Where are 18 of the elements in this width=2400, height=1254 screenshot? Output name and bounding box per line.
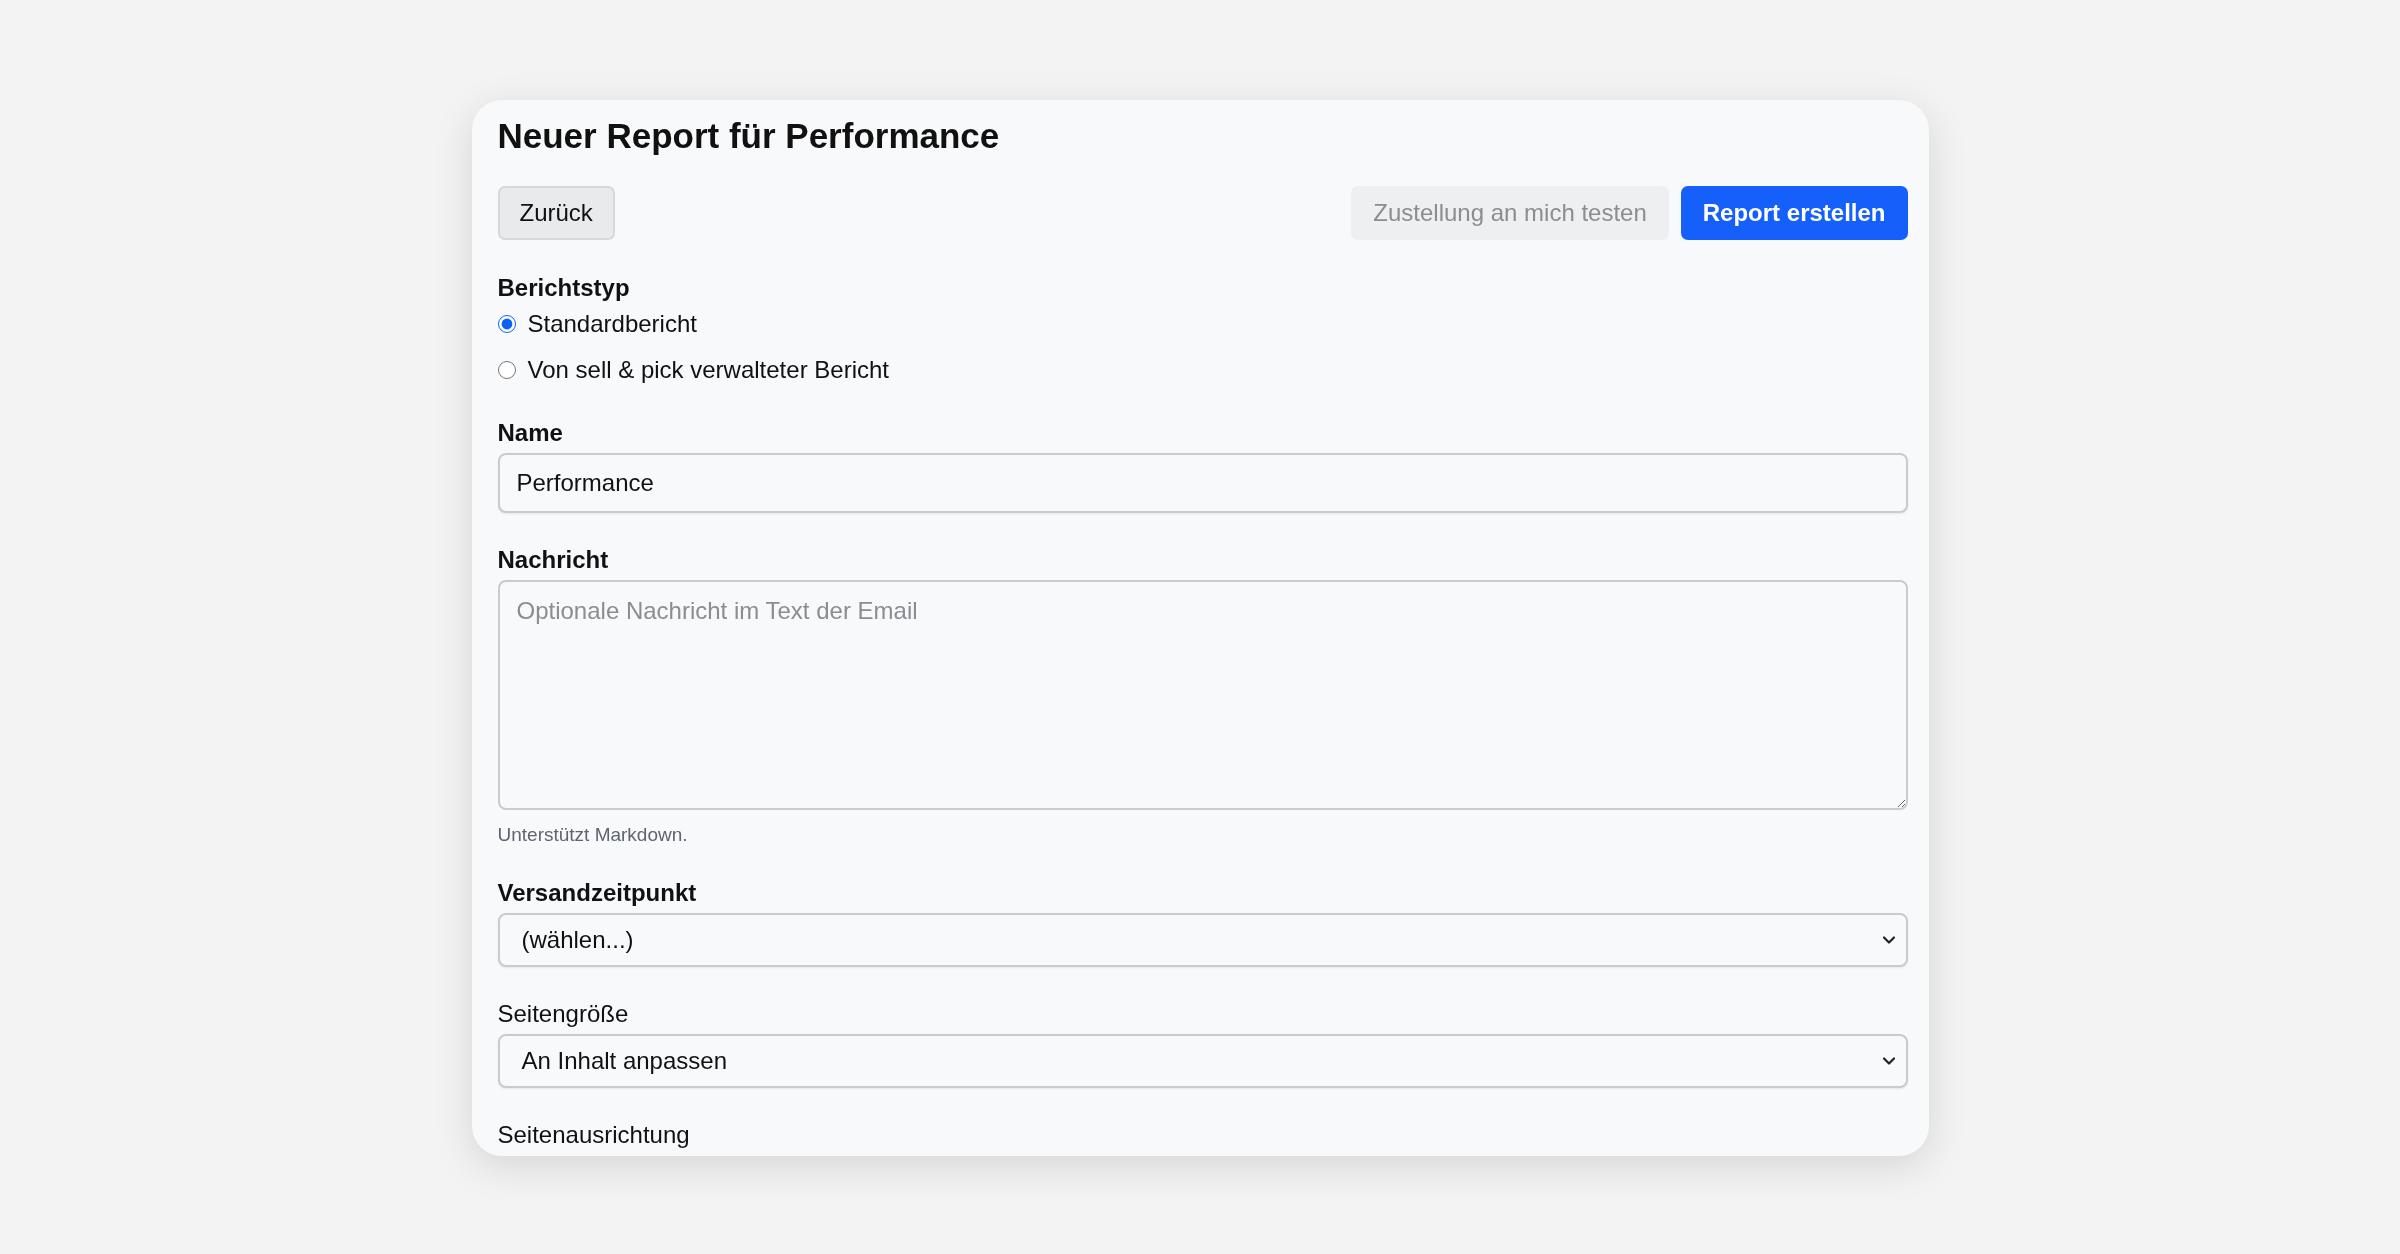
field-label: Name (497, 419, 564, 447)
field-label: Versandzeitpunkt (497, 879, 698, 907)
button[interactable]: Zurück (497, 186, 615, 240)
field-label: Seitengröße (497, 1000, 630, 1028)
page-title: Neuer Report für Performance (497, 115, 1001, 157)
field-label: Berichtstyp (497, 274, 631, 302)
hint-text: Unterstützt Markdown. (497, 824, 688, 846)
field-label: Nachricht (497, 546, 610, 574)
radio-label[interactable]: Standardbericht (527, 310, 697, 338)
field-label: Seitenausrichtung (497, 1121, 691, 1149)
create-button[interactable]: Report erstellen (1680, 186, 1908, 240)
radio-button[interactable] (497, 315, 516, 333)
radio-button[interactable] (497, 361, 516, 379)
name-field[interactable]: Performance (497, 453, 1908, 513)
radio-label[interactable]: Von sell & pick verwalteter Bericht (527, 356, 889, 384)
message-field[interactable]: Optionale Nachricht im Text der Email (497, 580, 1908, 810)
dropdown[interactable]: (wählen...) (497, 913, 1908, 967)
dropdown[interactable]: An Inhalt anpassen (497, 1034, 1908, 1088)
